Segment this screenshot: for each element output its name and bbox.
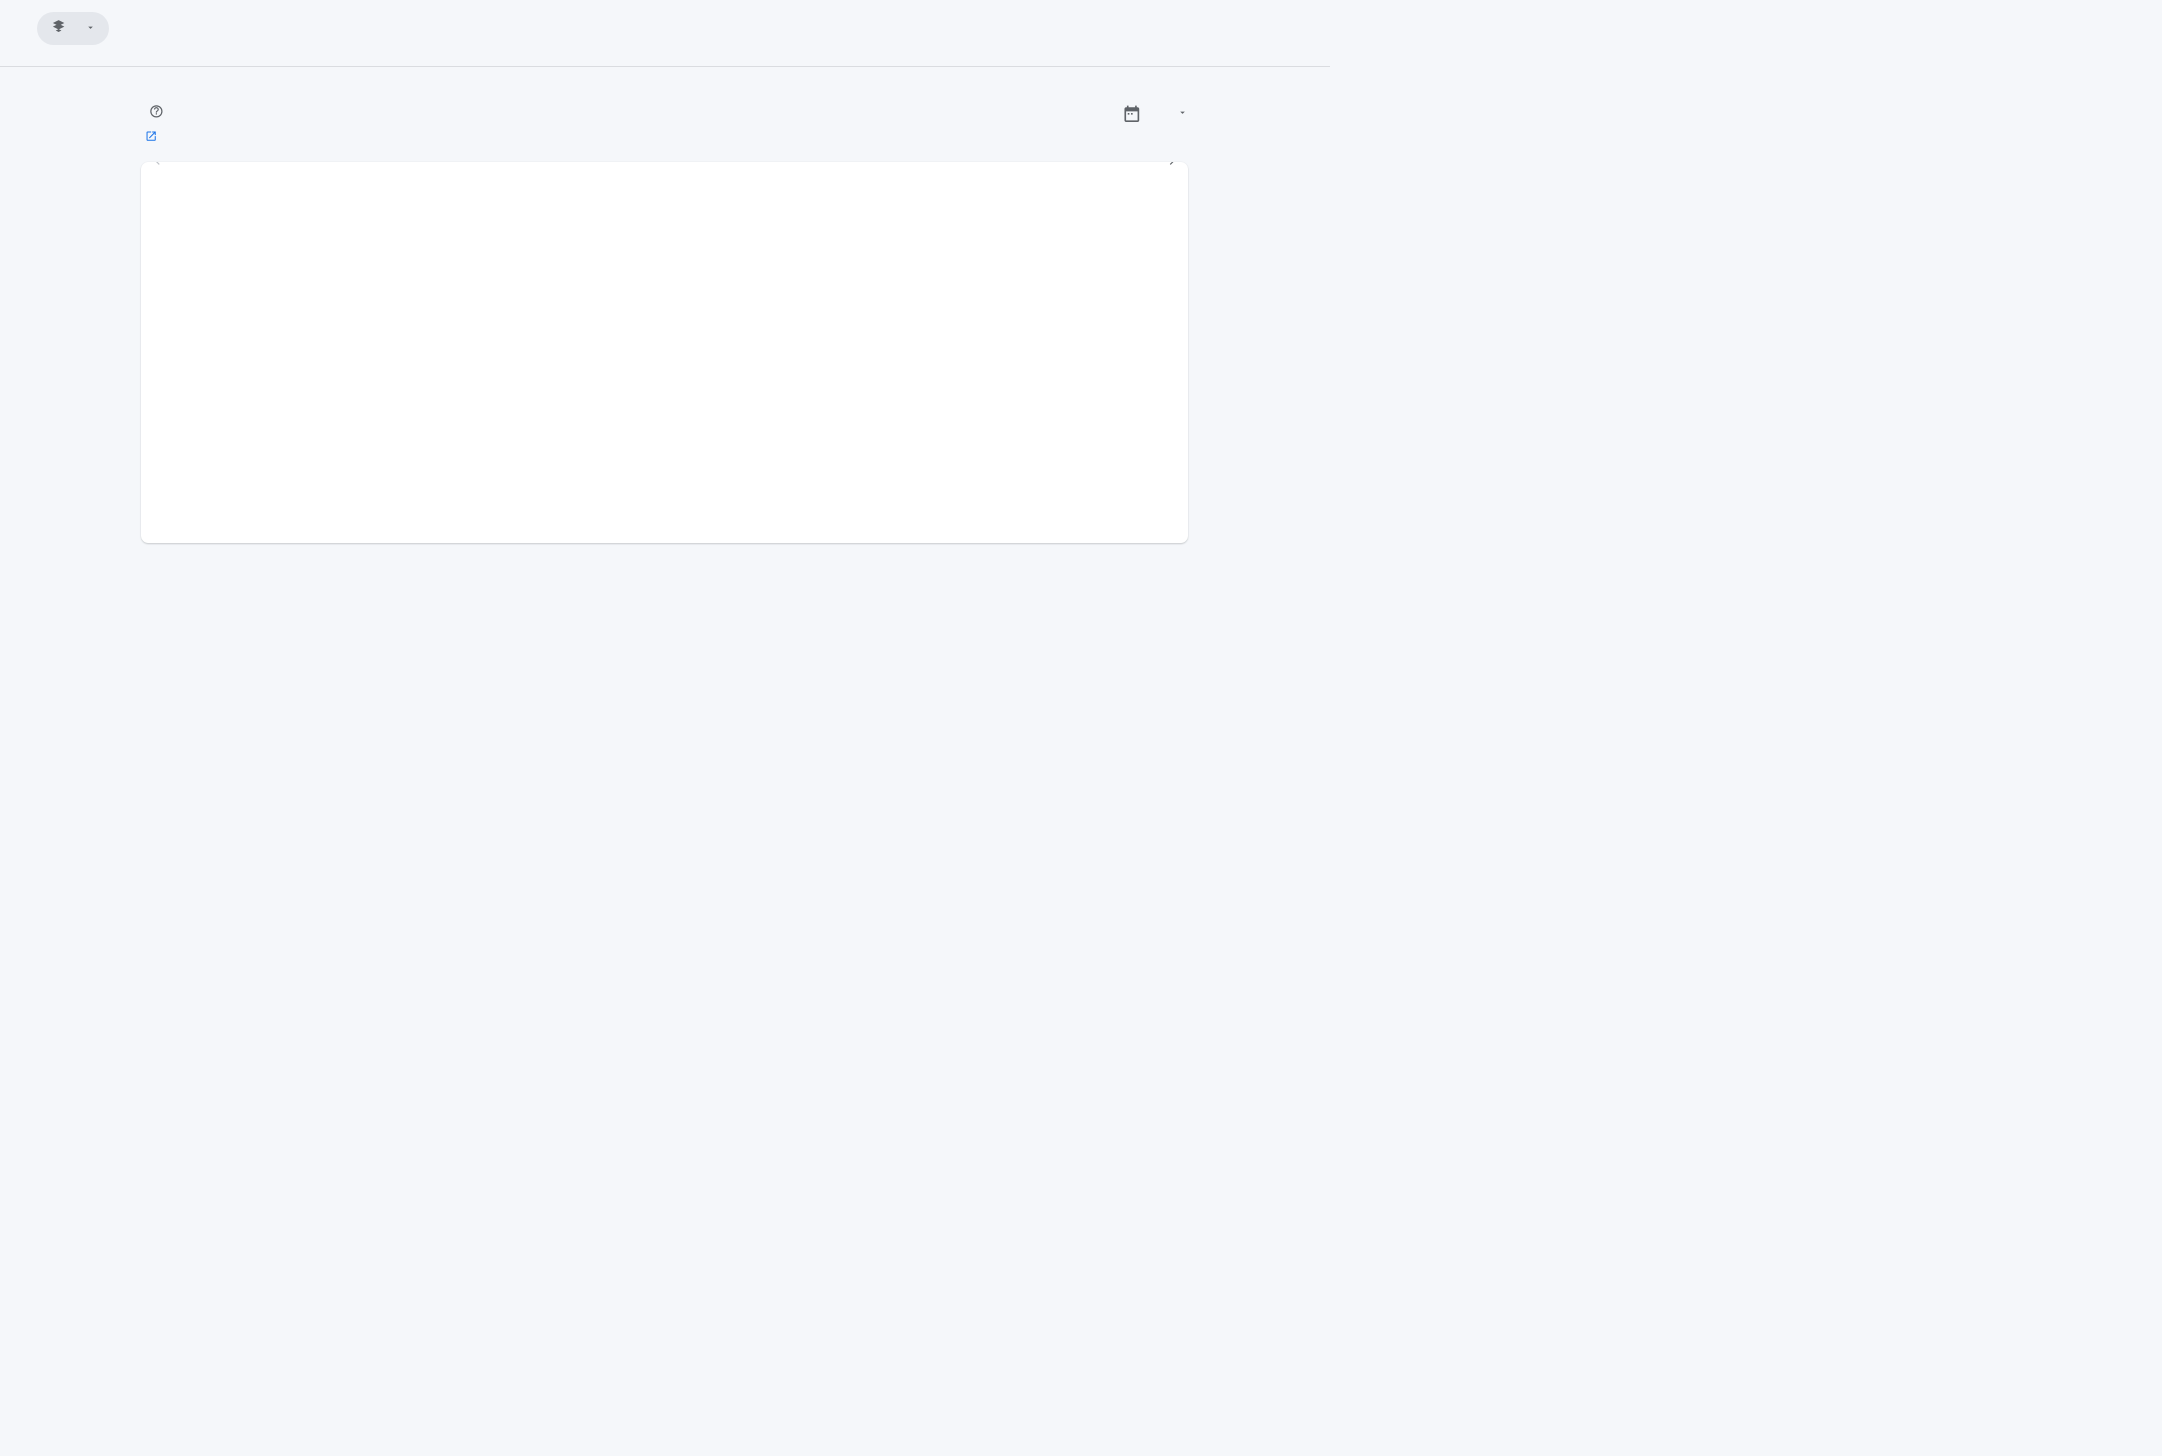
tabs-bar bbox=[0, 45, 1330, 67]
database-selector[interactable] bbox=[37, 12, 110, 45]
firestore-icon bbox=[50, 18, 67, 38]
dropdown-caret-icon bbox=[85, 22, 96, 36]
usage-chart bbox=[191, 193, 1163, 501]
usage-subtitle bbox=[141, 127, 163, 143]
dropdown-caret-icon bbox=[1177, 104, 1188, 122]
period-selector[interactable] bbox=[1122, 104, 1188, 127]
external-link-icon bbox=[141, 127, 157, 143]
usage-card bbox=[141, 162, 1188, 543]
calendar-icon bbox=[1122, 104, 1142, 127]
chart-area bbox=[141, 162, 1188, 543]
help-icon[interactable] bbox=[149, 104, 164, 122]
